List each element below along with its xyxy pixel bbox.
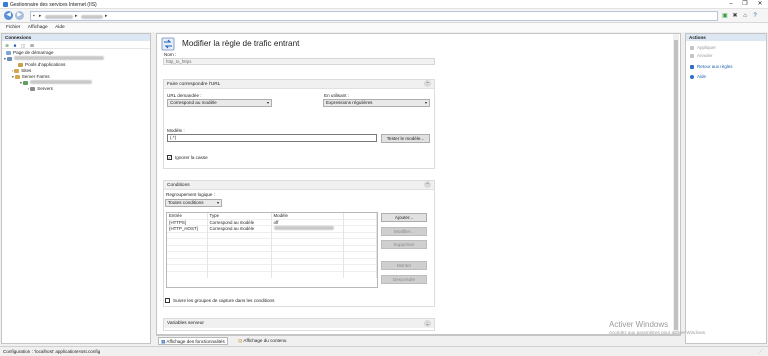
track-capture-groups-label: Suivre les groupes de capture dans les c… (173, 298, 275, 303)
cancel-icon (690, 53, 694, 58)
pattern-input[interactable]: (.*) (167, 134, 377, 142)
actions-header: Actions (686, 34, 766, 41)
save-icon[interactable]: ■ (12, 43, 18, 49)
server-variables-section: Variables serveur (163, 318, 435, 331)
logical-grouping-label: Regroupement logique : (166, 192, 216, 197)
farm-icon (22, 80, 28, 85)
apply-icon (690, 45, 694, 50)
expand-server-variables-icon[interactable]: ⌄ (424, 320, 431, 327)
menu-view[interactable]: Affichage (28, 23, 48, 32)
servers-icon (30, 86, 36, 91)
view-tabs: ▦ Affichage des fonctionnalités ▤ Affich… (156, 335, 681, 345)
resize-grip-icon[interactable]: ⋰ (758, 349, 763, 355)
rewrite-rule-icon (161, 37, 175, 51)
expand-icon[interactable]: ⊞ (29, 43, 35, 49)
status-bar: Configuration : 'localhost' applicationH… (0, 346, 768, 356)
connections-header: Connexions (2, 34, 150, 41)
ignore-case-checkbox[interactable]: ✓ (167, 155, 172, 160)
tab-content-view[interactable]: ▤ Affichage du contenu (236, 337, 288, 345)
window-title: Gestionnaire des services Internet (IIS) (10, 1, 97, 8)
menu-help[interactable]: Aide (55, 23, 65, 32)
cell-pattern (271, 225, 344, 232)
tree-item-servers[interactable]: › Servers (28, 86, 53, 92)
conditions-header: Conditions (164, 181, 434, 190)
requested-url-label: URL demandée : (167, 93, 202, 98)
menu-bar: Fichier Affichage Aide (0, 23, 768, 32)
sites-folder-icon (14, 68, 20, 73)
back-arrow-icon (690, 64, 694, 69)
windows-activation-watermark: Activer Windows Accédez aux paramètres p… (609, 320, 706, 335)
pattern-label: Modèle : (167, 128, 185, 133)
move-down-button[interactable]: Descendre (381, 275, 427, 284)
server-variables-header: Variables serveur (164, 319, 434, 328)
close-icon[interactable]: ✕ (753, 0, 767, 9)
status-text: Configuration : 'localhost' applicationH… (3, 349, 101, 354)
address-separator: ▸ (75, 13, 78, 19)
chevron-down-icon: ▾ (266, 100, 269, 105)
ignore-case-label: Ignorer la casse (175, 155, 208, 160)
minimize-icon[interactable]: – (724, 0, 738, 9)
name-label: Nom : (164, 52, 177, 57)
page-title: Modifier la règle de trafic entrant (182, 39, 300, 48)
help-circle-icon (690, 74, 694, 79)
address-segment-server[interactable] (45, 14, 73, 21)
stop-icon[interactable]: ✖ (731, 12, 739, 20)
home-icon[interactable]: ⌂ (741, 12, 749, 20)
watermark-title: Activer Windows (609, 320, 669, 329)
chevron-down-icon: ▾ (216, 200, 219, 205)
title-bar: Gestionnaire des services Internet (IIS)… (0, 0, 768, 9)
conditions-table: Entrée Type Modèle {HTTPS} Correspond au… (166, 212, 378, 288)
forward-icon[interactable]: ▶ (15, 11, 24, 20)
edit-button[interactable]: Modifier... (381, 227, 427, 236)
using-label: En utilisant : (324, 93, 350, 98)
help-icon[interactable]: ? (751, 12, 759, 20)
collapse-match-icon[interactable]: ⌃ (424, 80, 431, 87)
address-separator: ▸ (39, 13, 42, 19)
name-field[interactable]: http_to_https (163, 58, 435, 65)
using-select[interactable]: Expressions régulières ▾ (323, 99, 430, 107)
table-row-empty (167, 270, 377, 278)
track-capture-groups-checkbox[interactable] (165, 298, 170, 303)
maximize-icon[interactable]: ❐ (738, 0, 752, 9)
actions-pane: Actions Appliquer Annuler Retour aux règ… (685, 33, 767, 344)
app-pools-icon (18, 62, 23, 67)
chevron-down-icon: ▾ (424, 100, 427, 105)
connect-icon[interactable]: ⊕ (4, 43, 10, 49)
scrollbar-thumb[interactable] (674, 40, 678, 330)
connections-pane: Connexions ⊕ ■ ◫ ⊞ Page de démarrage ▾ P… (1, 33, 151, 344)
move-up-button[interactable]: Monter (381, 261, 427, 270)
requested-url-select[interactable]: Correspond au modèle ▾ (167, 99, 272, 107)
start-page-icon (6, 50, 11, 55)
action-apply[interactable]: Appliquer (690, 45, 716, 50)
connections-toolbar: ⊕ ■ ◫ ⊞ (2, 42, 150, 49)
action-cancel[interactable]: Annuler (690, 53, 713, 58)
test-pattern-button[interactable]: Tester le modèle... (381, 134, 430, 143)
collapse-conditions-icon[interactable]: ⌃ (424, 181, 431, 188)
match-url-header: Faire correspondre l'URL (164, 80, 434, 89)
refresh-icon[interactable]: ▣ (721, 12, 729, 20)
menu-file[interactable]: Fichier (6, 23, 20, 32)
iis-app-icon (3, 2, 8, 7)
back-icon[interactable]: ◀ (4, 11, 13, 20)
delete-button[interactable]: Supprimer (381, 240, 427, 249)
address-bar: ◀ ▶ ▪ ▸ ▸ ▸ ▣ ✖ ⌂ ? (0, 9, 768, 23)
logical-grouping-select[interactable]: Toutes conditions ▾ (165, 199, 222, 207)
server-farms-folder-icon (14, 74, 20, 79)
action-back-to-rules[interactable]: Retour aux règles (690, 64, 733, 69)
server-icon (6, 56, 12, 61)
address-segment-farm[interactable] (81, 14, 103, 21)
address-root-icon: ▪ (33, 13, 35, 19)
add-button[interactable]: Ajouter... (381, 213, 427, 222)
tab-features-view[interactable]: ▦ Affichage des fonctionnalités (158, 337, 228, 345)
action-help[interactable]: Aide (690, 74, 706, 79)
address-field[interactable]: ▪ ▸ ▸ ▸ (30, 11, 718, 21)
vertical-scrollbar[interactable] (673, 34, 679, 334)
address-separator: ▸ (105, 13, 108, 19)
watermark-subtitle: Accédez aux paramètres pour activer Wind… (609, 330, 707, 335)
disconnect-icon[interactable]: ◫ (20, 43, 26, 49)
